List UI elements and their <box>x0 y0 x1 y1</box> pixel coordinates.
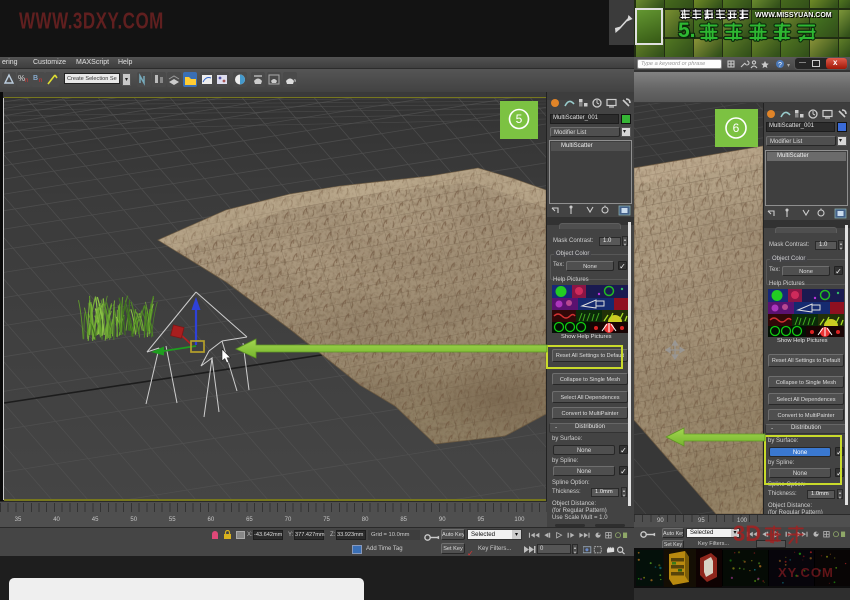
svg-text:▾: ▾ <box>787 63 790 69</box>
svg-text:6: 6 <box>733 121 740 135</box>
svg-text:5: 5 <box>516 112 523 126</box>
svg-text:?: ? <box>778 62 782 69</box>
